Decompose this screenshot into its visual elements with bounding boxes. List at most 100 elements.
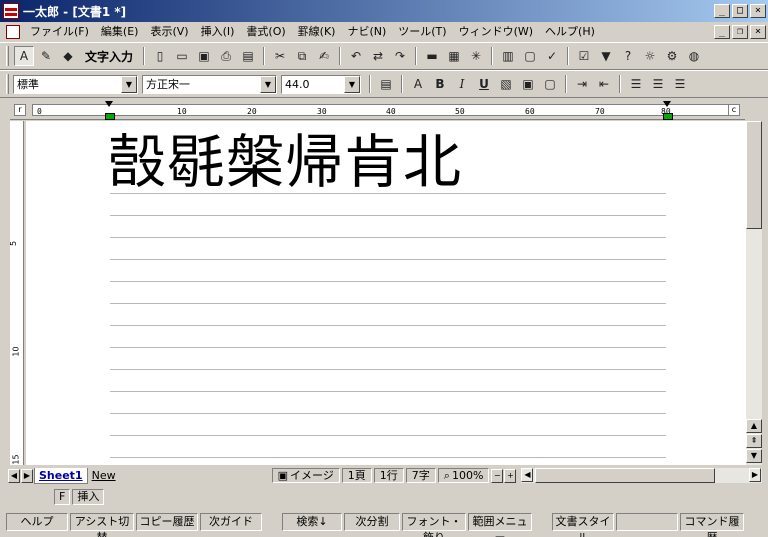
document-icon[interactable] [6, 25, 20, 39]
columns-icon[interactable]: ▥ [498, 46, 518, 66]
document-text[interactable]: 嗀毼槃帰肯北 [108, 129, 462, 195]
maximize-button[interactable]: □ [732, 4, 748, 18]
tab-prev-icon[interactable]: ◀ [8, 468, 20, 483]
marker-icon[interactable]: ▬ [422, 46, 442, 66]
globe-icon[interactable]: ◍ [684, 46, 704, 66]
ruled-line-icon[interactable]: ✳ [466, 46, 486, 66]
horizontal-scrollbar[interactable]: ◀ ▶ [521, 468, 762, 483]
draw-pen-icon[interactable]: ✎ [36, 46, 56, 66]
left-indent-marker[interactable] [105, 101, 115, 120]
check-icon[interactable]: ☑ [574, 46, 594, 66]
text-mode-icon[interactable]: A [14, 46, 34, 66]
assist-icon[interactable]: ☼ [640, 46, 660, 66]
close-button[interactable]: × [750, 4, 766, 18]
font-size-combo[interactable]: 44.0 ▼ [281, 74, 361, 94]
fkey-next-split[interactable]: 次分割 [344, 513, 400, 531]
scroll-up-icon[interactable]: ▲ [746, 419, 762, 433]
doc-minimize-button[interactable]: _ [714, 25, 730, 39]
fkey-range-menu[interactable]: 範囲メニュー [468, 513, 532, 537]
shape-icon[interactable]: ◆ [58, 46, 78, 66]
fkey-copy-history[interactable]: コピー履歴 [136, 513, 198, 531]
vertical-scrollbar[interactable]: ▲ ⇞ ▼ [746, 121, 762, 465]
zoom-in-button[interactable]: + [504, 468, 517, 483]
doc-restore-button[interactable]: ❐ [732, 25, 748, 39]
scroll-left-icon[interactable]: ◀ [521, 468, 534, 482]
chevron-down-icon[interactable]: ▼ [121, 75, 137, 93]
print-preview-icon[interactable]: ▤ [238, 46, 258, 66]
align-center-icon[interactable]: ☰ [648, 74, 668, 94]
save-icon[interactable]: ▣ [194, 46, 214, 66]
scroll-down-icon[interactable]: ▼ [746, 449, 762, 463]
fkey-document-style[interactable]: 文書スタイル [552, 513, 614, 537]
ruler-end-button[interactable]: c [728, 104, 740, 116]
horizontal-ruler[interactable]: r 0 10 20 30 40 50 60 70 80 c [10, 101, 745, 120]
char-format-icon[interactable]: ▤ [376, 74, 396, 94]
fkey-assist-toggle[interactable]: アシスト切替 [70, 513, 134, 537]
menu-insert[interactable]: 挿入(I) [195, 23, 241, 41]
align-right-icon[interactable]: ☰ [670, 74, 690, 94]
insert-mode-indicator[interactable]: 挿入 [72, 489, 105, 505]
ruler-track[interactable]: 0 10 20 30 40 50 60 70 80 [32, 104, 729, 116]
font-size-up-icon[interactable]: A [408, 74, 428, 94]
open-folder-icon[interactable]: ▭ [172, 46, 192, 66]
ruler-corner-button[interactable]: r [14, 104, 26, 116]
new-file-icon[interactable]: ▯ [150, 46, 170, 66]
indent-increase-icon[interactable]: ⇥ [572, 74, 592, 94]
page-up-icon[interactable]: ⇞ [746, 434, 762, 448]
menu-edit[interactable]: 編集(E) [95, 23, 145, 41]
font-combo[interactable]: 方正宋一 ▼ [142, 74, 277, 94]
toolbar-grip[interactable] [6, 74, 9, 94]
right-indent-marker[interactable] [663, 101, 673, 120]
fkey-font-decoration[interactable]: フォント・飾り [402, 513, 466, 537]
undo-icon[interactable]: ↶ [346, 46, 366, 66]
copy-icon[interactable]: ⧉ [292, 46, 312, 66]
swap-icon[interactable]: ⇄ [368, 46, 388, 66]
menu-format[interactable]: 書式(O) [240, 23, 291, 41]
fkey-help[interactable]: ヘルプ [6, 513, 68, 531]
chevron-down-icon[interactable]: ▼ [344, 75, 360, 93]
print-icon[interactable]: ⎙ [216, 46, 236, 66]
shading-icon[interactable]: ▧ [496, 74, 516, 94]
document-page[interactable]: 嗀毼槃帰肯北 [26, 121, 746, 465]
redo-icon[interactable]: ↷ [390, 46, 410, 66]
style-combo[interactable]: 標準 ▼ [13, 74, 138, 94]
tab-next-icon[interactable]: ▶ [21, 468, 33, 483]
fkey-next-guide[interactable]: 次ガイド [200, 513, 262, 531]
help-icon[interactable]: ? [618, 46, 638, 66]
paste-icon[interactable]: ✍ [314, 46, 334, 66]
bold-icon[interactable]: B [430, 74, 450, 94]
cut-icon[interactable]: ✂ [270, 46, 290, 66]
menu-view[interactable]: 表示(V) [144, 23, 194, 41]
char-frame-icon[interactable]: ▣ [518, 74, 538, 94]
table-icon[interactable]: ▦ [444, 46, 464, 66]
fkey-empty[interactable] [616, 513, 678, 531]
tab-new[interactable]: New [88, 468, 120, 484]
scroll-right-icon[interactable]: ▶ [749, 468, 761, 482]
zoom-out-button[interactable]: − [491, 468, 504, 483]
spellcheck-icon[interactable]: ✓ [542, 46, 562, 66]
tab-sheet1[interactable]: Sheet1 [34, 467, 88, 484]
align-left-icon[interactable]: ☰ [626, 74, 646, 94]
menu-tools[interactable]: ツール(T) [392, 23, 452, 41]
char-box-icon[interactable]: ▢ [540, 74, 560, 94]
chevron-down-icon[interactable]: ▼ [260, 75, 276, 93]
menu-window[interactable]: ウィンドウ(W) [453, 23, 539, 41]
indent-decrease-icon[interactable]: ⇤ [594, 74, 614, 94]
fkey-command-history[interactable]: コマンド履歴 [680, 513, 744, 537]
app-logo-icon[interactable] [3, 3, 19, 19]
fkey-search-down[interactable]: 検索↓ [282, 513, 342, 531]
hscroll-thumb[interactable] [535, 468, 716, 483]
scroll-thumb[interactable] [746, 121, 762, 229]
toolbar-grip[interactable] [6, 46, 9, 66]
menu-file[interactable]: ファイル(F) [24, 23, 95, 41]
image-view-button[interactable]: ▣ イメージ [271, 468, 340, 483]
frame-icon[interactable]: ▢ [520, 46, 540, 66]
settings-icon[interactable]: ⚙ [662, 46, 682, 66]
menu-navi[interactable]: ナビ(N) [341, 23, 392, 41]
doc-close-button[interactable]: × [750, 25, 766, 39]
zoom-indicator[interactable]: ⌕ 100% [437, 468, 490, 483]
filter-icon[interactable]: ▼ [596, 46, 616, 66]
menu-help[interactable]: ヘルプ(H) [539, 23, 601, 41]
menu-ruled-lines[interactable]: 罫線(K) [292, 23, 342, 41]
underline-icon[interactable]: U [474, 74, 494, 94]
